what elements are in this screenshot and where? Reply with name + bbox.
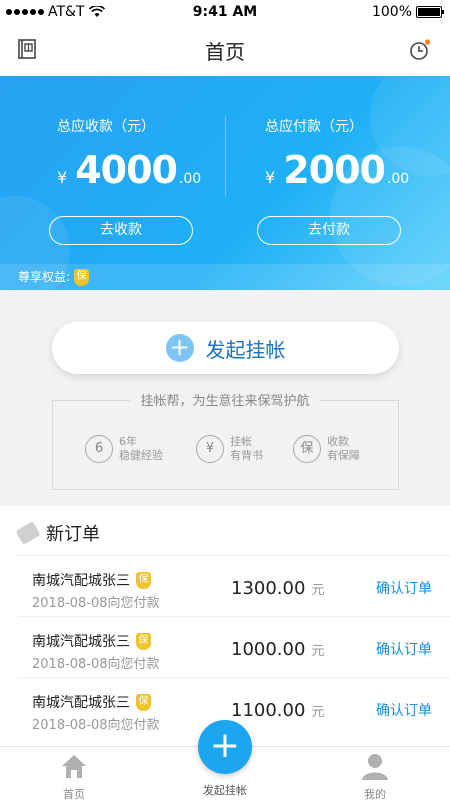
- receivable-amount: ¥ 4000 .00: [57, 148, 201, 192]
- guarantee-icon: 保: [293, 435, 321, 463]
- order-row[interactable]: 南城汽配城张三 保 2018-08-08向您付款 1000.00 元 确认订单: [18, 616, 450, 677]
- home-icon: [62, 755, 86, 778]
- shield-icon: 保: [74, 268, 90, 286]
- order-amount-value: 1000.00: [231, 639, 306, 660]
- feature-title: 挂帐: [230, 435, 252, 448]
- payable-integer: 2000: [283, 148, 386, 192]
- payable-panel: 总应付款（元） ¥ 2000 .00 去付款: [225, 76, 450, 256]
- new-orders-section: 新订单 南城汽配城张三 保 2018-08-08向您付款 1300.00 元 确认…: [0, 506, 450, 746]
- battery-percent: 100%: [371, 4, 412, 20]
- order-name: 南城汽配城张三 保: [32, 692, 151, 712]
- receivable-integer: 4000: [75, 148, 178, 192]
- order-name-text: 南城汽配城张三: [32, 573, 130, 589]
- benefit-bar[interactable]: 尊享权益: 保: [0, 264, 450, 290]
- shield-icon: 保: [136, 571, 151, 589]
- currency-symbol: ¥: [57, 168, 68, 187]
- shield-icon: 保: [136, 632, 151, 650]
- tag-icon: [15, 521, 41, 545]
- currency-symbol: ¥: [265, 168, 276, 187]
- feature-subtitle: 有保障: [327, 449, 360, 462]
- payable-label: 总应付款（元）: [265, 119, 363, 135]
- order-desc: 2018-08-08向您付款: [32, 718, 160, 733]
- payable-amount: ¥ 2000 .00: [265, 148, 409, 192]
- feature-subtitle: 稳健经验: [119, 449, 163, 462]
- order-unit: 元: [311, 644, 325, 659]
- tab-mine-label: 我的: [364, 788, 386, 800]
- status-right: 100%: [371, 4, 444, 20]
- feature-guarantee: 保 收款 有保障: [293, 435, 360, 463]
- nav-bar: 首页: [0, 24, 450, 76]
- confirm-order-button[interactable]: 确认订单: [376, 578, 432, 598]
- order-amount-value: 1300.00: [231, 578, 306, 599]
- yen-icon: ¥: [196, 435, 224, 463]
- launch-label: 发起挂帐: [205, 337, 286, 362]
- receivable-label: 总应收款（元）: [57, 119, 155, 135]
- order-desc: 2018-08-08向您付款: [32, 596, 160, 611]
- clock-icon[interactable]: [408, 38, 432, 62]
- pay-button[interactable]: 去付款: [257, 216, 401, 245]
- feature-title: 6年: [119, 435, 137, 448]
- feature-experience: 6 6年 稳健经验: [85, 435, 163, 463]
- orders-title: 新订单: [46, 524, 100, 545]
- order-amount: 1100.00 元: [231, 700, 324, 721]
- tab-launch-button[interactable]: +: [198, 720, 252, 774]
- tab-home-label: 首页: [63, 788, 85, 800]
- order-amount: 1300.00 元: [231, 578, 324, 599]
- order-row[interactable]: 南城汽配城张三 保 2018-08-08向您付款 1300.00 元 确认订单: [18, 555, 450, 616]
- page-title: 首页: [205, 40, 245, 64]
- collect-button[interactable]: 去收款: [49, 216, 193, 245]
- order-unit: 元: [311, 705, 325, 720]
- order-amount: 1000.00 元: [231, 639, 324, 660]
- status-bar: AT&T 9:41 AM 100%: [0, 0, 450, 24]
- tab-launch-label: 发起挂帐: [203, 784, 247, 797]
- battery-icon: [416, 6, 444, 18]
- confirm-order-button[interactable]: 确认订单: [376, 700, 432, 720]
- receivable-panel: 总应收款（元） ¥ 4000 .00 去收款: [0, 76, 225, 256]
- tab-home[interactable]: 首页: [14, 747, 134, 800]
- order-desc: 2018-08-08向您付款: [32, 657, 160, 672]
- order-name: 南城汽配城张三 保: [32, 631, 151, 651]
- feature-subtitle: 有背书: [230, 449, 263, 462]
- receivable-decimal: .00: [178, 171, 202, 187]
- order-amount-value: 1100.00: [231, 700, 306, 721]
- plus-icon: +: [165, 334, 194, 362]
- confirm-order-button[interactable]: 确认订单: [376, 639, 432, 659]
- slogan: 挂帐帮，为生意往来保驾护航: [0, 390, 450, 409]
- payable-decimal: .00: [386, 171, 410, 187]
- slogan-text: 挂帐帮，为生意往来保驾护航: [130, 394, 320, 409]
- order-name: 南城汽配城张三 保: [32, 570, 151, 590]
- feature-title: 收款: [327, 435, 349, 448]
- benefit-label: 尊享权益:: [18, 270, 71, 284]
- shield-icon: 保: [136, 693, 151, 711]
- feature-endorsement: ¥ 挂帐 有背书: [196, 435, 263, 463]
- user-icon: [362, 754, 388, 780]
- order-name-text: 南城汽配城张三: [32, 634, 130, 650]
- order-name-text: 南城汽配城张三: [32, 695, 130, 711]
- six-icon: 6: [85, 435, 113, 463]
- balance-summary: 总应收款（元） ¥ 4000 .00 去收款 总应付款（元） ¥ 2000 .0…: [0, 76, 450, 290]
- tab-mine[interactable]: 我的: [315, 747, 435, 800]
- orders-header: 新订单: [15, 520, 100, 546]
- launch-credit-button[interactable]: + 发起挂帐: [52, 322, 399, 374]
- order-unit: 元: [311, 583, 325, 598]
